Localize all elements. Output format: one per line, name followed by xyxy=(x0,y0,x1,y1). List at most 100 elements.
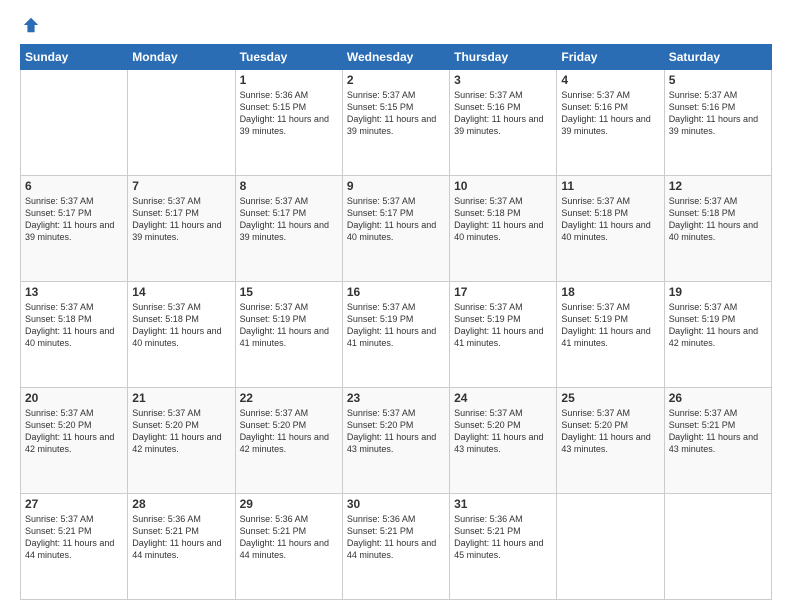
calendar-cell: 22 Sunrise: 5:37 AM Sunset: 5:20 PM Dayli… xyxy=(235,388,342,494)
day-info: Sunrise: 5:37 AM Sunset: 5:19 PM Dayligh… xyxy=(240,301,338,350)
calendar-cell: 24 Sunrise: 5:37 AM Sunset: 5:20 PM Dayli… xyxy=(450,388,557,494)
header xyxy=(20,16,772,34)
day-info: Sunrise: 5:37 AM Sunset: 5:16 PM Dayligh… xyxy=(669,89,767,138)
calendar-cell xyxy=(664,494,771,600)
day-info: Sunrise: 5:37 AM Sunset: 5:20 PM Dayligh… xyxy=(347,407,445,456)
day-number: 26 xyxy=(669,391,767,405)
day-info: Sunrise: 5:37 AM Sunset: 5:18 PM Dayligh… xyxy=(454,195,552,244)
day-info: Sunrise: 5:37 AM Sunset: 5:17 PM Dayligh… xyxy=(132,195,230,244)
day-number: 22 xyxy=(240,391,338,405)
day-info: Sunrise: 5:36 AM Sunset: 5:21 PM Dayligh… xyxy=(132,513,230,562)
calendar-cell xyxy=(21,70,128,176)
week-row-2: 6 Sunrise: 5:37 AM Sunset: 5:17 PM Daylig… xyxy=(21,176,772,282)
day-info: Sunrise: 5:37 AM Sunset: 5:20 PM Dayligh… xyxy=(561,407,659,456)
day-number: 10 xyxy=(454,179,552,193)
calendar-cell: 28 Sunrise: 5:36 AM Sunset: 5:21 PM Dayli… xyxy=(128,494,235,600)
day-number: 3 xyxy=(454,73,552,87)
weekday-header-saturday: Saturday xyxy=(664,45,771,70)
day-number: 14 xyxy=(132,285,230,299)
calendar-cell: 18Sunrise: 5:37 AM Sunset: 5:19 PM Dayli… xyxy=(557,282,664,388)
calendar-cell: 10 Sunrise: 5:37 AM Sunset: 5:18 PM Dayli… xyxy=(450,176,557,282)
day-number: 15 xyxy=(240,285,338,299)
day-number: 5 xyxy=(669,73,767,87)
day-info: Sunrise: 5:36 AM Sunset: 5:15 PM Dayligh… xyxy=(240,89,338,138)
day-number: 31 xyxy=(454,497,552,511)
weekday-header-thursday: Thursday xyxy=(450,45,557,70)
day-info: Sunrise: 5:37 AM Sunset: 5:20 PM Dayligh… xyxy=(240,407,338,456)
calendar-cell: 14 Sunrise: 5:37 AM Sunset: 5:18 PM Dayli… xyxy=(128,282,235,388)
day-number: 12 xyxy=(669,179,767,193)
calendar-cell: 3 Sunrise: 5:37 AM Sunset: 5:16 PM Daylig… xyxy=(450,70,557,176)
calendar-cell: 5 Sunrise: 5:37 AM Sunset: 5:16 PM Daylig… xyxy=(664,70,771,176)
day-info: Sunrise: 5:37 AM Sunset: 5:19 PM Dayligh… xyxy=(669,301,767,350)
day-info: Sunrise: 5:37 AM Sunset: 5:19 PM Dayligh… xyxy=(347,301,445,350)
weekday-header-wednesday: Wednesday xyxy=(342,45,449,70)
day-info: Sunrise: 5:37 AM Sunset: 5:17 PM Dayligh… xyxy=(240,195,338,244)
day-info: Sunrise: 5:37 AM Sunset: 5:16 PM Dayligh… xyxy=(561,89,659,138)
calendar-cell xyxy=(557,494,664,600)
calendar-cell: 8 Sunrise: 5:37 AM Sunset: 5:17 PM Daylig… xyxy=(235,176,342,282)
day-info: Sunrise: 5:36 AM Sunset: 5:21 PM Dayligh… xyxy=(240,513,338,562)
calendar-cell: 29 Sunrise: 5:36 AM Sunset: 5:21 PM Dayli… xyxy=(235,494,342,600)
week-row-5: 27 Sunrise: 5:37 AM Sunset: 5:21 PM Dayli… xyxy=(21,494,772,600)
day-number: 2 xyxy=(347,73,445,87)
logo-icon xyxy=(22,16,40,34)
day-info: Sunrise: 5:37 AM Sunset: 5:18 PM Dayligh… xyxy=(669,195,767,244)
calendar-cell: 2Sunrise: 5:37 AM Sunset: 5:15 PM Daylig… xyxy=(342,70,449,176)
day-number: 20 xyxy=(25,391,123,405)
calendar-cell: 27 Sunrise: 5:37 AM Sunset: 5:21 PM Dayli… xyxy=(21,494,128,600)
day-info: Sunrise: 5:37 AM Sunset: 5:17 PM Dayligh… xyxy=(25,195,123,244)
calendar-cell: 31 Sunrise: 5:36 AM Sunset: 5:21 PM Dayli… xyxy=(450,494,557,600)
day-number: 21 xyxy=(132,391,230,405)
day-info: Sunrise: 5:37 AM Sunset: 5:16 PM Dayligh… xyxy=(454,89,552,138)
calendar-cell: 13 Sunrise: 5:37 AM Sunset: 5:18 PM Dayli… xyxy=(21,282,128,388)
day-info: Sunrise: 5:36 AM Sunset: 5:21 PM Dayligh… xyxy=(347,513,445,562)
day-number: 28 xyxy=(132,497,230,511)
calendar-cell: 20Sunrise: 5:37 AM Sunset: 5:20 PM Dayli… xyxy=(21,388,128,494)
calendar-cell: 16Sunrise: 5:37 AM Sunset: 5:19 PM Dayli… xyxy=(342,282,449,388)
calendar-cell: 21 Sunrise: 5:37 AM Sunset: 5:20 PM Dayli… xyxy=(128,388,235,494)
calendar-table: SundayMondayTuesdayWednesdayThursdayFrid… xyxy=(20,44,772,600)
calendar-cell: 12 Sunrise: 5:37 AM Sunset: 5:18 PM Dayli… xyxy=(664,176,771,282)
day-info: Sunrise: 5:37 AM Sunset: 5:17 PM Dayligh… xyxy=(347,195,445,244)
day-number: 29 xyxy=(240,497,338,511)
day-number: 18 xyxy=(561,285,659,299)
logo xyxy=(20,16,40,34)
day-number: 17 xyxy=(454,285,552,299)
day-info: Sunrise: 5:37 AM Sunset: 5:18 PM Dayligh… xyxy=(561,195,659,244)
day-number: 4 xyxy=(561,73,659,87)
day-number: 25 xyxy=(561,391,659,405)
weekday-header-sunday: Sunday xyxy=(21,45,128,70)
weekday-header-row: SundayMondayTuesdayWednesdayThursdayFrid… xyxy=(21,45,772,70)
day-info: Sunrise: 5:37 AM Sunset: 5:21 PM Dayligh… xyxy=(669,407,767,456)
day-number: 30 xyxy=(347,497,445,511)
calendar-cell xyxy=(128,70,235,176)
day-number: 8 xyxy=(240,179,338,193)
calendar-cell: 25 Sunrise: 5:37 AM Sunset: 5:20 PM Dayli… xyxy=(557,388,664,494)
day-number: 13 xyxy=(25,285,123,299)
day-number: 23 xyxy=(347,391,445,405)
day-number: 19 xyxy=(669,285,767,299)
day-number: 24 xyxy=(454,391,552,405)
calendar-cell: 15 Sunrise: 5:37 AM Sunset: 5:19 PM Dayli… xyxy=(235,282,342,388)
day-info: Sunrise: 5:37 AM Sunset: 5:20 PM Dayligh… xyxy=(454,407,552,456)
day-number: 1 xyxy=(240,73,338,87)
day-number: 11 xyxy=(561,179,659,193)
calendar-cell: 26 Sunrise: 5:37 AM Sunset: 5:21 PM Dayli… xyxy=(664,388,771,494)
day-number: 9 xyxy=(347,179,445,193)
day-info: Sunrise: 5:37 AM Sunset: 5:19 PM Dayligh… xyxy=(454,301,552,350)
day-info: Sunrise: 5:37 AM Sunset: 5:21 PM Dayligh… xyxy=(25,513,123,562)
week-row-1: 1 Sunrise: 5:36 AM Sunset: 5:15 PM Daylig… xyxy=(21,70,772,176)
day-number: 7 xyxy=(132,179,230,193)
day-number: 6 xyxy=(25,179,123,193)
day-info: Sunrise: 5:36 AM Sunset: 5:21 PM Dayligh… xyxy=(454,513,552,562)
calendar-cell: 4 Sunrise: 5:37 AM Sunset: 5:16 PM Daylig… xyxy=(557,70,664,176)
day-number: 27 xyxy=(25,497,123,511)
calendar-cell: 19 Sunrise: 5:37 AM Sunset: 5:19 PM Dayli… xyxy=(664,282,771,388)
day-info: Sunrise: 5:37 AM Sunset: 5:18 PM Dayligh… xyxy=(132,301,230,350)
calendar-cell: 17 Sunrise: 5:37 AM Sunset: 5:19 PM Dayli… xyxy=(450,282,557,388)
day-info: Sunrise: 5:37 AM Sunset: 5:18 PM Dayligh… xyxy=(25,301,123,350)
week-row-4: 20 Sunrise: 5:37 AM Sunset: 5:20 PM Dayli… xyxy=(21,388,772,494)
calendar-cell: 6 Sunrise: 5:37 AM Sunset: 5:17 PM Daylig… xyxy=(21,176,128,282)
day-info: Sunrise: 5:37 AM Sunset: 5:20 PM Dayligh… xyxy=(132,407,230,456)
